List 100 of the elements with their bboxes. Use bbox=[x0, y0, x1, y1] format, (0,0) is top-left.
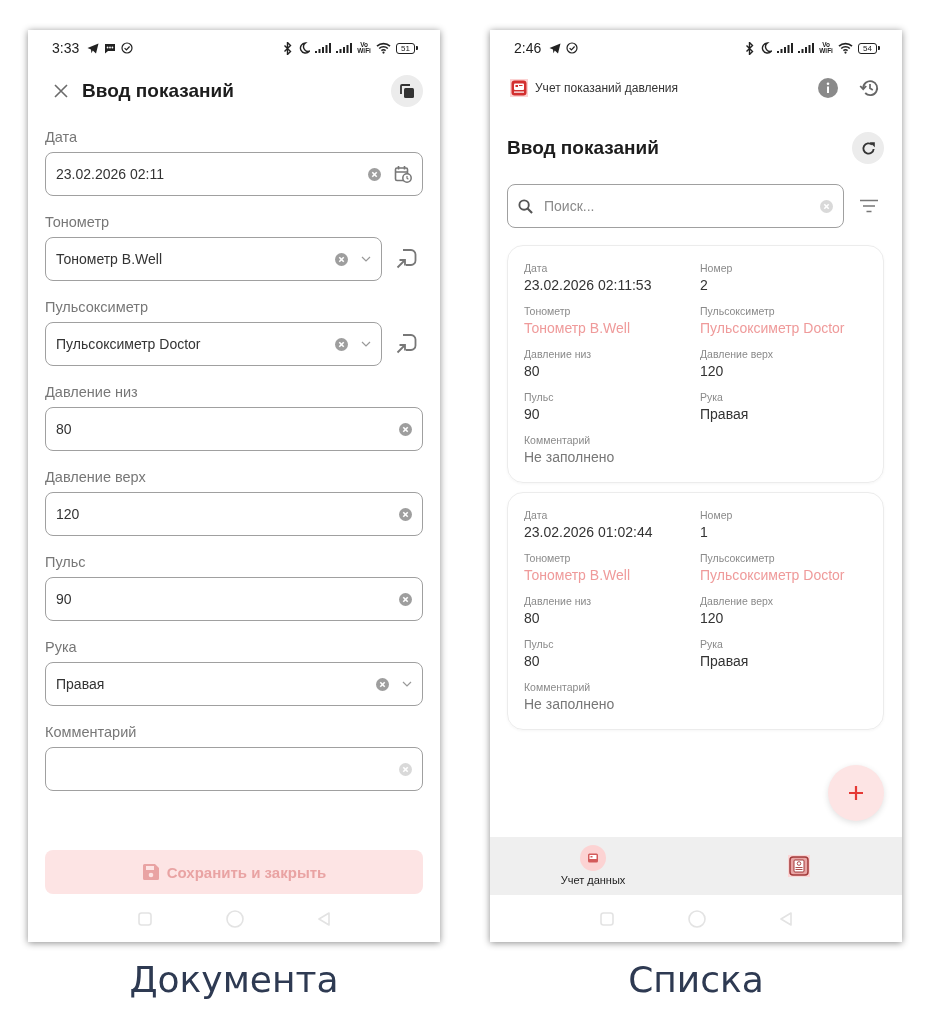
input-field[interactable]: 80 bbox=[45, 407, 423, 451]
clear-icon[interactable] bbox=[399, 507, 412, 521]
clear-icon[interactable] bbox=[376, 677, 389, 691]
record-value: Правая bbox=[700, 652, 750, 671]
signal-icon bbox=[777, 43, 794, 53]
record-value: 120 bbox=[700, 362, 725, 381]
record-value: 80 bbox=[524, 609, 541, 628]
paper-plane-icon bbox=[549, 42, 562, 54]
chevron-down-icon[interactable] bbox=[361, 341, 371, 347]
record-value: 120 bbox=[700, 609, 725, 628]
input-field[interactable]: 120 bbox=[45, 492, 423, 536]
record-value: 1 bbox=[700, 523, 709, 542]
record-label: Рука bbox=[700, 637, 724, 651]
clear-icon[interactable] bbox=[335, 252, 348, 266]
screen-title: Ввод показаний bbox=[507, 137, 659, 159]
field-label: Дата bbox=[45, 128, 79, 146]
field-label: Комментарий bbox=[45, 723, 138, 741]
record-label: Рука bbox=[700, 390, 724, 404]
caption: Документа bbox=[129, 958, 339, 1002]
bluetooth-icon bbox=[283, 41, 294, 55]
record-value: Не заполнено bbox=[524, 448, 616, 467]
record-value: 2 bbox=[700, 276, 709, 295]
plus-icon bbox=[848, 785, 864, 801]
chevron-down-icon[interactable] bbox=[402, 681, 412, 687]
wifi-icon bbox=[376, 42, 392, 54]
refresh-button[interactable] bbox=[852, 132, 884, 164]
refresh-icon bbox=[860, 140, 876, 156]
clear-icon[interactable] bbox=[335, 337, 348, 351]
dropdown-field[interactable]: Пульсоксиметр Doctor bbox=[45, 322, 382, 366]
screen-title: Ввод показаний bbox=[82, 80, 234, 102]
record-value: Правая bbox=[700, 405, 750, 424]
chevron-down-icon[interactable] bbox=[361, 256, 371, 262]
check-circle-icon bbox=[121, 42, 134, 54]
clear-icon[interactable] bbox=[399, 422, 412, 436]
clear-icon[interactable] bbox=[368, 167, 381, 181]
clear-icon[interactable] bbox=[820, 199, 833, 213]
record-value: 90 bbox=[524, 405, 541, 424]
dropdown-field[interactable]: Тонометр B.Well bbox=[45, 237, 382, 281]
paper-plane-icon bbox=[87, 42, 100, 54]
arrow-box-icon[interactable] bbox=[395, 333, 417, 355]
field-label: Пульсоксиметр bbox=[45, 298, 149, 316]
moon-icon bbox=[760, 42, 773, 54]
copy-button[interactable] bbox=[391, 75, 423, 107]
moon-icon bbox=[298, 42, 311, 54]
date-field[interactable]: 23.02.2026 02:11 bbox=[45, 152, 423, 196]
caption: Списка bbox=[628, 958, 764, 1002]
history-icon[interactable] bbox=[859, 78, 879, 98]
app-logo-icon bbox=[510, 79, 528, 97]
signal-icon bbox=[315, 43, 332, 53]
field-label: Пульс bbox=[45, 553, 87, 571]
record-label: Давление низ bbox=[524, 594, 593, 608]
add-button[interactable] bbox=[828, 765, 884, 821]
status-time: 3:33 bbox=[52, 40, 80, 56]
record-label: Комментарий bbox=[524, 433, 592, 447]
record-value: 80 bbox=[524, 362, 541, 381]
record-label: Пульс bbox=[524, 637, 555, 651]
record-label: Пульсоксиметр bbox=[700, 551, 776, 565]
record-label: Пульсоксиметр bbox=[700, 304, 776, 318]
record-label: Дата bbox=[524, 508, 549, 522]
input-field[interactable]: 90 bbox=[45, 577, 423, 621]
clear-icon[interactable] bbox=[399, 592, 412, 606]
battery-indicator: 54 bbox=[858, 42, 877, 54]
arrow-box-icon[interactable] bbox=[395, 248, 417, 270]
field-label: Давление низ bbox=[45, 383, 139, 401]
monitor-icon bbox=[580, 845, 606, 871]
record-value: Не заполнено bbox=[524, 695, 616, 714]
record-label: Дата bbox=[524, 261, 549, 275]
record-label: Номер bbox=[700, 261, 734, 275]
field-label: Рука bbox=[45, 638, 78, 656]
field-label: Давление верх bbox=[45, 468, 147, 486]
clear-icon[interactable] bbox=[399, 762, 412, 776]
search-field[interactable]: Поиск... bbox=[507, 184, 844, 228]
copy-icon bbox=[400, 84, 414, 98]
document-icon bbox=[788, 855, 810, 877]
wifi-icon bbox=[838, 42, 854, 54]
nav-tab[interactable]: Учет данных bbox=[490, 837, 696, 895]
record-value: 23.02.2026 02:11:53 bbox=[524, 276, 653, 295]
record-label: Тонометр bbox=[524, 304, 572, 318]
close-icon[interactable] bbox=[54, 84, 68, 98]
record-label: Давление низ bbox=[524, 347, 593, 361]
record-label: Комментарий bbox=[524, 680, 592, 694]
app-title: Учет показаний давления bbox=[535, 81, 679, 95]
record-value: 23.02.2026 01:02:44 bbox=[524, 523, 654, 542]
signal-icon bbox=[336, 43, 353, 53]
info-icon[interactable] bbox=[818, 78, 838, 98]
search-icon bbox=[518, 198, 533, 214]
save-icon bbox=[141, 863, 160, 881]
status-time: 2:46 bbox=[514, 40, 542, 56]
record-label: Пульс bbox=[524, 390, 555, 404]
record-label: Тонометр bbox=[524, 551, 572, 565]
record-label: Номер bbox=[700, 508, 734, 522]
record-label: Давление верх bbox=[700, 347, 774, 361]
signal-icon bbox=[798, 43, 815, 53]
record-label: Давление верх bbox=[700, 594, 774, 608]
field-label: Тонометр bbox=[45, 213, 111, 231]
calendar-clock-icon[interactable] bbox=[394, 165, 412, 183]
input-field[interactable] bbox=[45, 747, 423, 791]
record-value: 80 bbox=[524, 652, 541, 671]
dropdown-field[interactable]: Правая bbox=[45, 662, 423, 706]
filter-icon[interactable] bbox=[859, 199, 879, 213]
